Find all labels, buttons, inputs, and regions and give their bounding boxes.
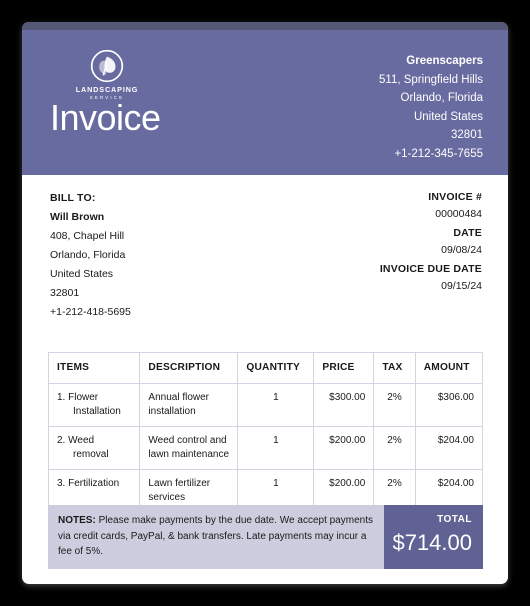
bill-to-phone: +1-212-418-5695 [50,306,131,318]
invoice-footer: NOTES: Please make payments by the due d… [48,505,483,569]
item-label: 3. Fertilization [57,478,120,489]
cell-tax: 2% [373,426,416,470]
invoice-details-section: BILL TO: Will Brown 408, Chapel Hill Orl… [22,175,508,340]
cell-quantity: 1 [237,383,315,427]
cell-item: 1. Flower Installation [47,383,141,427]
table-header-row: ITEMS DESCRIPTION QUANTITY PRICE TAX AMO… [47,352,484,384]
cell-item: 2. Weed removal [47,426,141,470]
invoice-number-label: INVOICE # [428,191,482,203]
invoice-header: LANDSCAPING SERVICE Invoice Greenscapers… [22,22,508,175]
invoice-date-value: 09/08/24 [441,244,482,256]
item-label: 2. Weed removal [57,435,109,460]
line-items-table: ITEMS DESCRIPTION QUANTITY PRICE TAX AMO… [47,352,484,513]
bill-to-address-2: Orlando, Florida [50,249,126,261]
total-value: $714.00 [392,530,472,555]
notes-label: NOTES: [58,515,96,526]
bill-to-country: United States [50,268,114,280]
company-country: United States [413,110,483,123]
bill-to-zip: 32801 [50,287,80,299]
total-box: TOTAL $714.00 [384,505,483,569]
table-row: 1. Flower Installation Annual flower ins… [47,383,484,427]
column-header-amount: AMOUNT [414,352,484,384]
line-items-table-wrapper: ITEMS DESCRIPTION QUANTITY PRICE TAX AMO… [47,352,484,513]
brand-name: LANDSCAPING [75,85,139,94]
invoice-meta-block: INVOICE # 00000484 DATE 09/08/24 INVOICE… [380,189,482,297]
item-label: 1. Flower Installation [57,392,121,417]
cell-tax: 2% [373,383,416,427]
company-address-1: 511, Springfield Hills [379,73,483,86]
invoice-number-value: 00000484 [435,208,482,220]
header-top-strip [22,22,508,30]
table-row: 2. Weed removal Weed control and lawn ma… [47,426,484,470]
company-info: Greenscapers 511, Springfield Hills Orla… [379,52,483,163]
cell-amount: $306.00 [414,383,484,427]
invoice-card: LANDSCAPING SERVICE Invoice Greenscapers… [22,22,508,584]
page-title: Invoice [50,97,161,138]
invoice-due-date-label: INVOICE DUE DATE [379,263,482,275]
cell-description: Annual flower installation [139,383,239,427]
cell-price: $300.00 [313,383,375,427]
bill-to-label: BILL TO: [50,192,96,204]
cell-description: Weed control and lawn maintenance [139,426,239,470]
cell-quantity: 1 [237,426,315,470]
leaf-circle-logo-icon [90,49,124,83]
total-label: TOTAL [437,514,472,525]
column-header-items: ITEMS [47,352,141,384]
column-header-tax: TAX [373,352,416,384]
company-zip: 32801 [451,129,483,141]
column-header-quantity: QUANTITY [237,352,315,384]
bill-to-block: BILL TO: Will Brown 408, Chapel Hill Orl… [50,189,131,322]
invoice-date-label: DATE [453,227,482,239]
column-header-description: DESCRIPTION [139,352,239,384]
notes-text: Please make payments by the due date. We… [58,515,373,557]
cell-amount: $204.00 [414,426,484,470]
company-phone: +1-212-345-7655 [394,147,483,160]
bill-to-address-1: 408, Chapel Hill [50,230,125,242]
bill-to-name: Will Brown [50,211,105,223]
cell-price: $200.00 [313,426,375,470]
notes-block: NOTES: Please make payments by the due d… [48,505,385,569]
invoice-due-date-value: 09/15/24 [441,280,482,292]
company-address-2: Orlando, Florida [400,92,483,104]
company-name: Greenscapers [406,55,483,67]
brand-logo: LANDSCAPING SERVICE [52,49,162,100]
column-header-price: PRICE [313,352,375,384]
